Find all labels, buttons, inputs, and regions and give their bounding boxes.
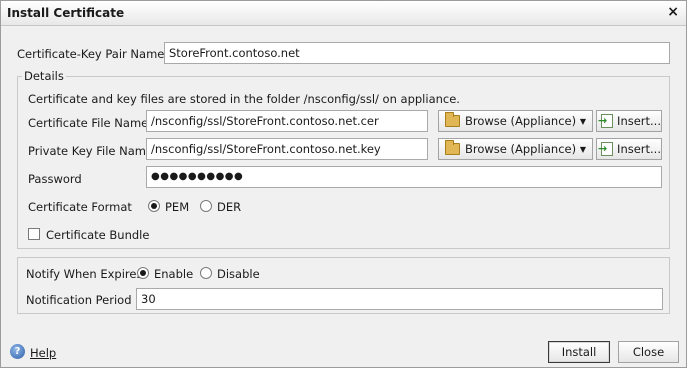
period-label: Notification Period bbox=[26, 293, 132, 307]
storage-note: Certificate and key files are stored in … bbox=[28, 92, 460, 106]
keypair-name-label: Certificate-Key Pair Name* bbox=[17, 47, 171, 61]
browse-label: Browse (Appliance) bbox=[465, 142, 577, 156]
help-link[interactable]: Help bbox=[30, 346, 56, 360]
dialog-title: Install Certificate bbox=[7, 6, 125, 20]
keypair-name-input[interactable]: StoreFront.contoso.net bbox=[164, 42, 670, 64]
notify-enable-radio[interactable] bbox=[137, 267, 149, 279]
notify-disable-radio[interactable] bbox=[200, 267, 212, 279]
notify-disable-label[interactable]: Disable bbox=[217, 267, 260, 281]
details-legend: Details bbox=[24, 69, 64, 83]
install-certificate-dialog: Install Certificate × Certificate-Key Pa… bbox=[0, 0, 687, 368]
folder-icon bbox=[445, 140, 460, 155]
title-bar: Install Certificate × bbox=[1, 1, 686, 26]
period-input[interactable]: 30 bbox=[136, 288, 663, 310]
insert-icon bbox=[598, 114, 614, 128]
format-pem-radio[interactable] bbox=[148, 200, 160, 212]
format-der-radio[interactable] bbox=[200, 200, 212, 212]
key-file-label: Private Key File Name bbox=[28, 144, 154, 158]
cert-insert-button[interactable]: Insert... bbox=[596, 110, 662, 132]
password-input[interactable]: ●●●●●●●●●● bbox=[146, 166, 662, 188]
cert-file-label: Certificate File Name* bbox=[28, 116, 154, 130]
folder-icon bbox=[445, 112, 460, 127]
browse-label: Browse (Appliance) bbox=[465, 114, 577, 128]
dropdown-caret-icon: ▼ bbox=[579, 116, 586, 126]
help-icon[interactable]: ? bbox=[10, 344, 25, 359]
insert-icon bbox=[598, 142, 614, 156]
bundle-checkbox[interactable] bbox=[28, 228, 40, 240]
format-label: Certificate Format bbox=[28, 200, 132, 214]
insert-label: Insert... bbox=[617, 114, 661, 128]
password-label: Password bbox=[28, 172, 82, 186]
key-insert-button[interactable]: Insert... bbox=[596, 138, 662, 160]
key-browse-button[interactable]: Browse (Appliance) ▼ bbox=[438, 138, 593, 160]
close-button[interactable]: Close bbox=[618, 341, 679, 363]
cert-browse-button[interactable]: Browse (Appliance) ▼ bbox=[438, 110, 593, 132]
install-button[interactable]: Install bbox=[548, 341, 610, 363]
close-icon[interactable]: × bbox=[667, 4, 679, 20]
notify-enable-label[interactable]: Enable bbox=[154, 267, 193, 281]
notify-label: Notify When Expires bbox=[26, 267, 143, 281]
bundle-label[interactable]: Certificate Bundle bbox=[46, 228, 149, 242]
insert-label: Insert... bbox=[617, 142, 661, 156]
format-pem-label[interactable]: PEM bbox=[165, 200, 189, 214]
cert-file-input[interactable]: /nsconfig/ssl/StoreFront.contoso.net.cer bbox=[146, 110, 428, 132]
key-file-input[interactable]: /nsconfig/ssl/StoreFront.contoso.net.key bbox=[146, 138, 428, 160]
dropdown-caret-icon: ▼ bbox=[579, 144, 586, 154]
format-der-label[interactable]: DER bbox=[217, 200, 241, 214]
